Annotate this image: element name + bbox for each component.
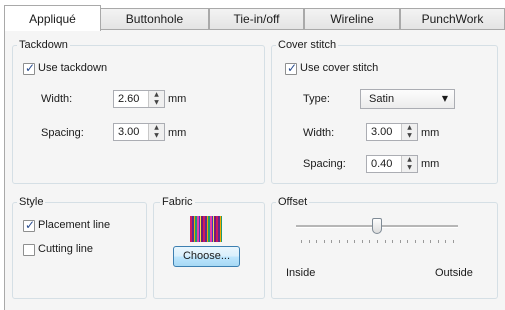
chevron-down-icon: ▼	[441, 94, 448, 103]
use-cover-stitch-checkbox[interactable]	[285, 61, 297, 75]
tackdown-title: Tackdown	[17, 39, 70, 51]
tab-tie-in-off[interactable]: Tie-in/off	[209, 8, 304, 29]
tackdown-spacing-unit: mm	[168, 127, 187, 139]
tackdown-spacing-value: 3.00	[118, 126, 140, 138]
slider-tick	[347, 240, 348, 243]
tab-applique[interactable]: Appliqué	[4, 5, 101, 31]
tackdown-spacing-spinner[interactable]: 3.00 ▲ ▼	[113, 123, 165, 141]
cover-type-label: Type:	[303, 93, 330, 105]
spin-up-icon[interactable]: ▲	[149, 91, 164, 99]
tab-punchwork[interactable]: PunchWork	[400, 8, 505, 29]
tackdown-width-label: Width:	[41, 93, 73, 105]
choose-fabric-button[interactable]: Choose...	[173, 246, 240, 267]
cover-spacing-label: Spacing:	[303, 158, 346, 170]
tackdown-width-unit: mm	[168, 93, 187, 105]
cover-width-spinner[interactable]: 3.00 ▲ ▼	[366, 123, 418, 141]
cover-spacing-value: 0.40	[371, 158, 393, 170]
slider-tick	[301, 240, 302, 243]
cover-width-label: Width:	[303, 127, 335, 139]
slider-tick	[400, 240, 401, 243]
slider-tick	[392, 240, 393, 243]
tackdown-spacing-label: Spacing:	[41, 127, 84, 139]
slider-tick	[369, 240, 370, 243]
cover-stitch-title: Cover stitch	[276, 39, 339, 51]
slider-tick	[377, 240, 378, 243]
offset-outside-label: Outside	[435, 267, 473, 279]
slider-tick	[430, 240, 431, 243]
spin-down-icon[interactable]: ▼	[402, 164, 417, 172]
offset-inside-label: Inside	[286, 267, 316, 279]
slider-tick	[324, 240, 325, 243]
tab-page-applique: Tackdown Use tackdown Width: 2.60 ▲ ▼ mm…	[4, 29, 505, 310]
spin-down-icon[interactable]: ▼	[149, 99, 164, 107]
slider-tick	[339, 240, 340, 243]
spin-arrows[interactable]: ▲ ▼	[148, 91, 164, 107]
spin-up-icon[interactable]: ▲	[402, 124, 417, 132]
spin-up-icon[interactable]: ▲	[149, 124, 164, 132]
placement-line-label: Placement line	[38, 219, 111, 231]
style-title: Style	[17, 196, 46, 208]
cutting-line-checkbox[interactable]	[23, 244, 35, 256]
cover-type-select[interactable]: Satin ▼	[360, 89, 455, 109]
spin-down-icon[interactable]: ▼	[402, 132, 417, 140]
use-tackdown-checkbox[interactable]	[23, 61, 35, 75]
cover-type-value: Satin	[369, 93, 395, 105]
tackdown-width-value: 2.60	[118, 93, 140, 105]
placement-line-checkbox[interactable]	[23, 218, 35, 232]
spin-arrows[interactable]: ▲ ▼	[401, 124, 417, 140]
tab-strip: Buttonhole Tie-in/off Wireline PunchWork…	[4, 4, 505, 31]
slider-tick	[309, 240, 310, 243]
slider-tick	[423, 240, 424, 243]
slider-tick	[415, 240, 416, 243]
slider-tick	[453, 240, 454, 243]
slider-tick	[445, 240, 446, 243]
offset-slider[interactable]	[296, 218, 458, 258]
use-tackdown-label: Use tackdown	[38, 62, 108, 74]
use-cover-stitch-label: Use cover stitch	[300, 62, 379, 74]
tackdown-width-spinner[interactable]: 2.60 ▲ ▼	[113, 90, 165, 108]
slider-tick	[331, 240, 332, 243]
fabric-title: Fabric	[160, 196, 195, 208]
tab-wireline[interactable]: Wireline	[304, 8, 400, 29]
cover-width-value: 3.00	[371, 126, 393, 138]
spin-arrows[interactable]: ▲ ▼	[401, 156, 417, 172]
slider-tick	[362, 240, 363, 243]
slider-tick	[354, 240, 355, 243]
spin-arrows[interactable]: ▲ ▼	[148, 124, 164, 140]
cover-spacing-spinner[interactable]: 0.40 ▲ ▼	[366, 155, 418, 173]
tab-buttonhole[interactable]: Buttonhole	[100, 8, 209, 29]
slider-tick	[438, 240, 439, 243]
cutting-line-label: Cutting line	[38, 243, 94, 255]
offset-title: Offset	[276, 196, 310, 208]
fabric-swatch-image	[190, 216, 222, 242]
slider-thumb[interactable]	[372, 218, 382, 234]
cover-width-unit: mm	[421, 127, 440, 139]
cover-spacing-unit: mm	[421, 158, 440, 170]
slider-tick	[385, 240, 386, 243]
spin-up-icon[interactable]: ▲	[402, 156, 417, 164]
slider-tick	[407, 240, 408, 243]
slider-tick	[316, 240, 317, 243]
spin-down-icon[interactable]: ▼	[149, 132, 164, 140]
